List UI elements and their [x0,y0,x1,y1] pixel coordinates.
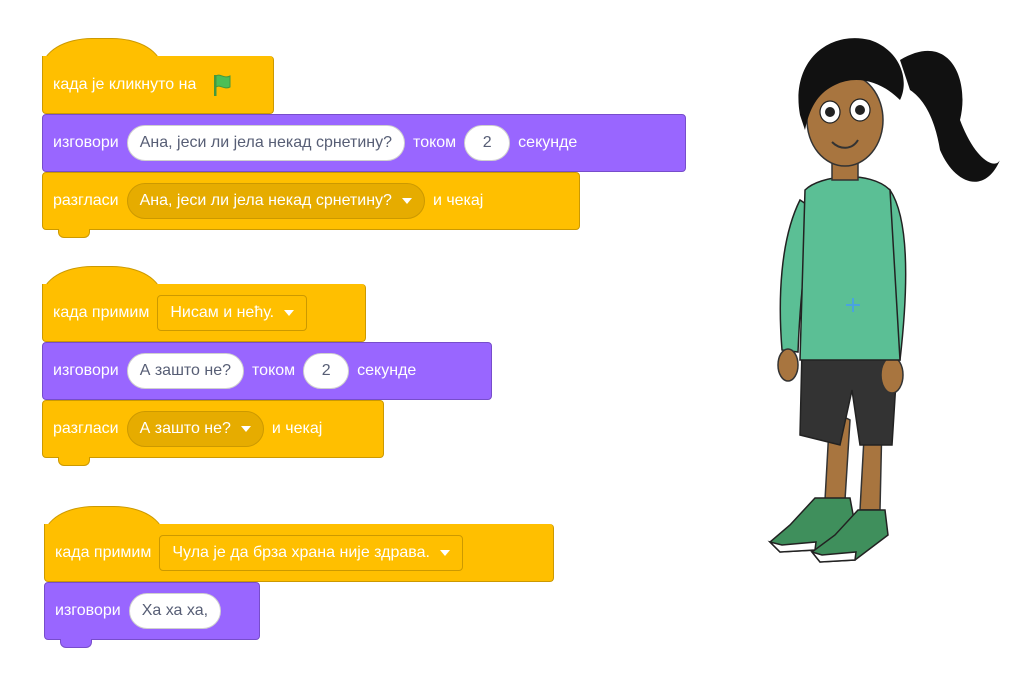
receive-message-dropdown[interactable]: Нисам и нећу. [157,294,308,331]
block-label: секунде [357,362,417,379]
receive-message-dropdown[interactable]: Чула је да брза храна није здрава. [159,534,463,571]
say-for-secs-block[interactable]: изговори Ана, јеси ли јела некад срнетин… [42,114,686,172]
dropdown-value: Нисам и нећу. [170,303,275,321]
chevron-down-icon [284,309,295,316]
broadcast-and-wait-block[interactable]: разгласи Ана, јеси ли јела некад срнетин… [42,172,580,230]
left-hand [777,348,799,382]
block-notch [58,229,90,238]
block-label: секунде [518,134,578,151]
broadcast-message-dropdown[interactable]: А зашто не? [126,411,264,447]
block-label: током [413,134,457,151]
block-notch [58,457,90,466]
shirt [799,176,901,361]
right-hand [880,356,904,394]
dropdown-value: Ана, јеси ли јела некад срнетину? [139,192,392,209]
block-label: изговори [53,134,119,151]
left-shoe-sole [767,540,817,553]
block-label: када је кликнуто на [53,75,197,93]
say-text-input[interactable]: Ана, јеси ли јела некад срнетину? [126,125,406,161]
when-i-receive-block[interactable]: када примим Чула је да брза храна није з… [44,524,554,582]
say-text-input[interactable]: Ха ха ха, [128,593,222,629]
green-flag-icon [214,74,231,96]
dropdown-value: Чула је да брза храна није здрава. [172,543,430,561]
seconds-input[interactable]: 2 [464,125,511,161]
right-shoe-sole [809,550,857,563]
hair-ponytail [900,50,1000,182]
say-text-input[interactable]: А зашто не? [126,353,245,389]
chevron-down-icon [401,198,412,204]
block-label: разгласи [53,192,119,209]
broadcast-and-wait-block[interactable]: разгласи А зашто не? и чекај [42,400,384,458]
say-for-secs-block[interactable]: изговори А зашто не? током 2 секунде [42,342,492,400]
block-notch [60,639,92,648]
block-label: када примим [55,543,152,561]
say-block[interactable]: изговори Ха ха ха, [44,582,260,640]
block-label: изговори [53,362,119,379]
block-label: и чекај [432,192,484,209]
chevron-down-icon [439,549,450,556]
block-label: током [252,362,296,379]
block-label: разгласи [53,420,119,437]
block-label: изговори [55,602,121,619]
seconds-input[interactable]: 2 [303,353,350,389]
block-label: када примим [53,303,150,321]
chevron-down-icon [240,426,251,432]
when-i-receive-block[interactable]: када примим Нисам и нећу. [42,284,366,342]
sprite-character[interactable] [760,20,1010,580]
block-label: и чекај [271,420,323,437]
when-flag-clicked-block[interactable]: када је кликнуто на [42,56,274,114]
dropdown-value: А зашто не? [139,420,231,437]
broadcast-message-dropdown[interactable]: Ана, јеси ли јела некад срнетину? [126,183,425,219]
